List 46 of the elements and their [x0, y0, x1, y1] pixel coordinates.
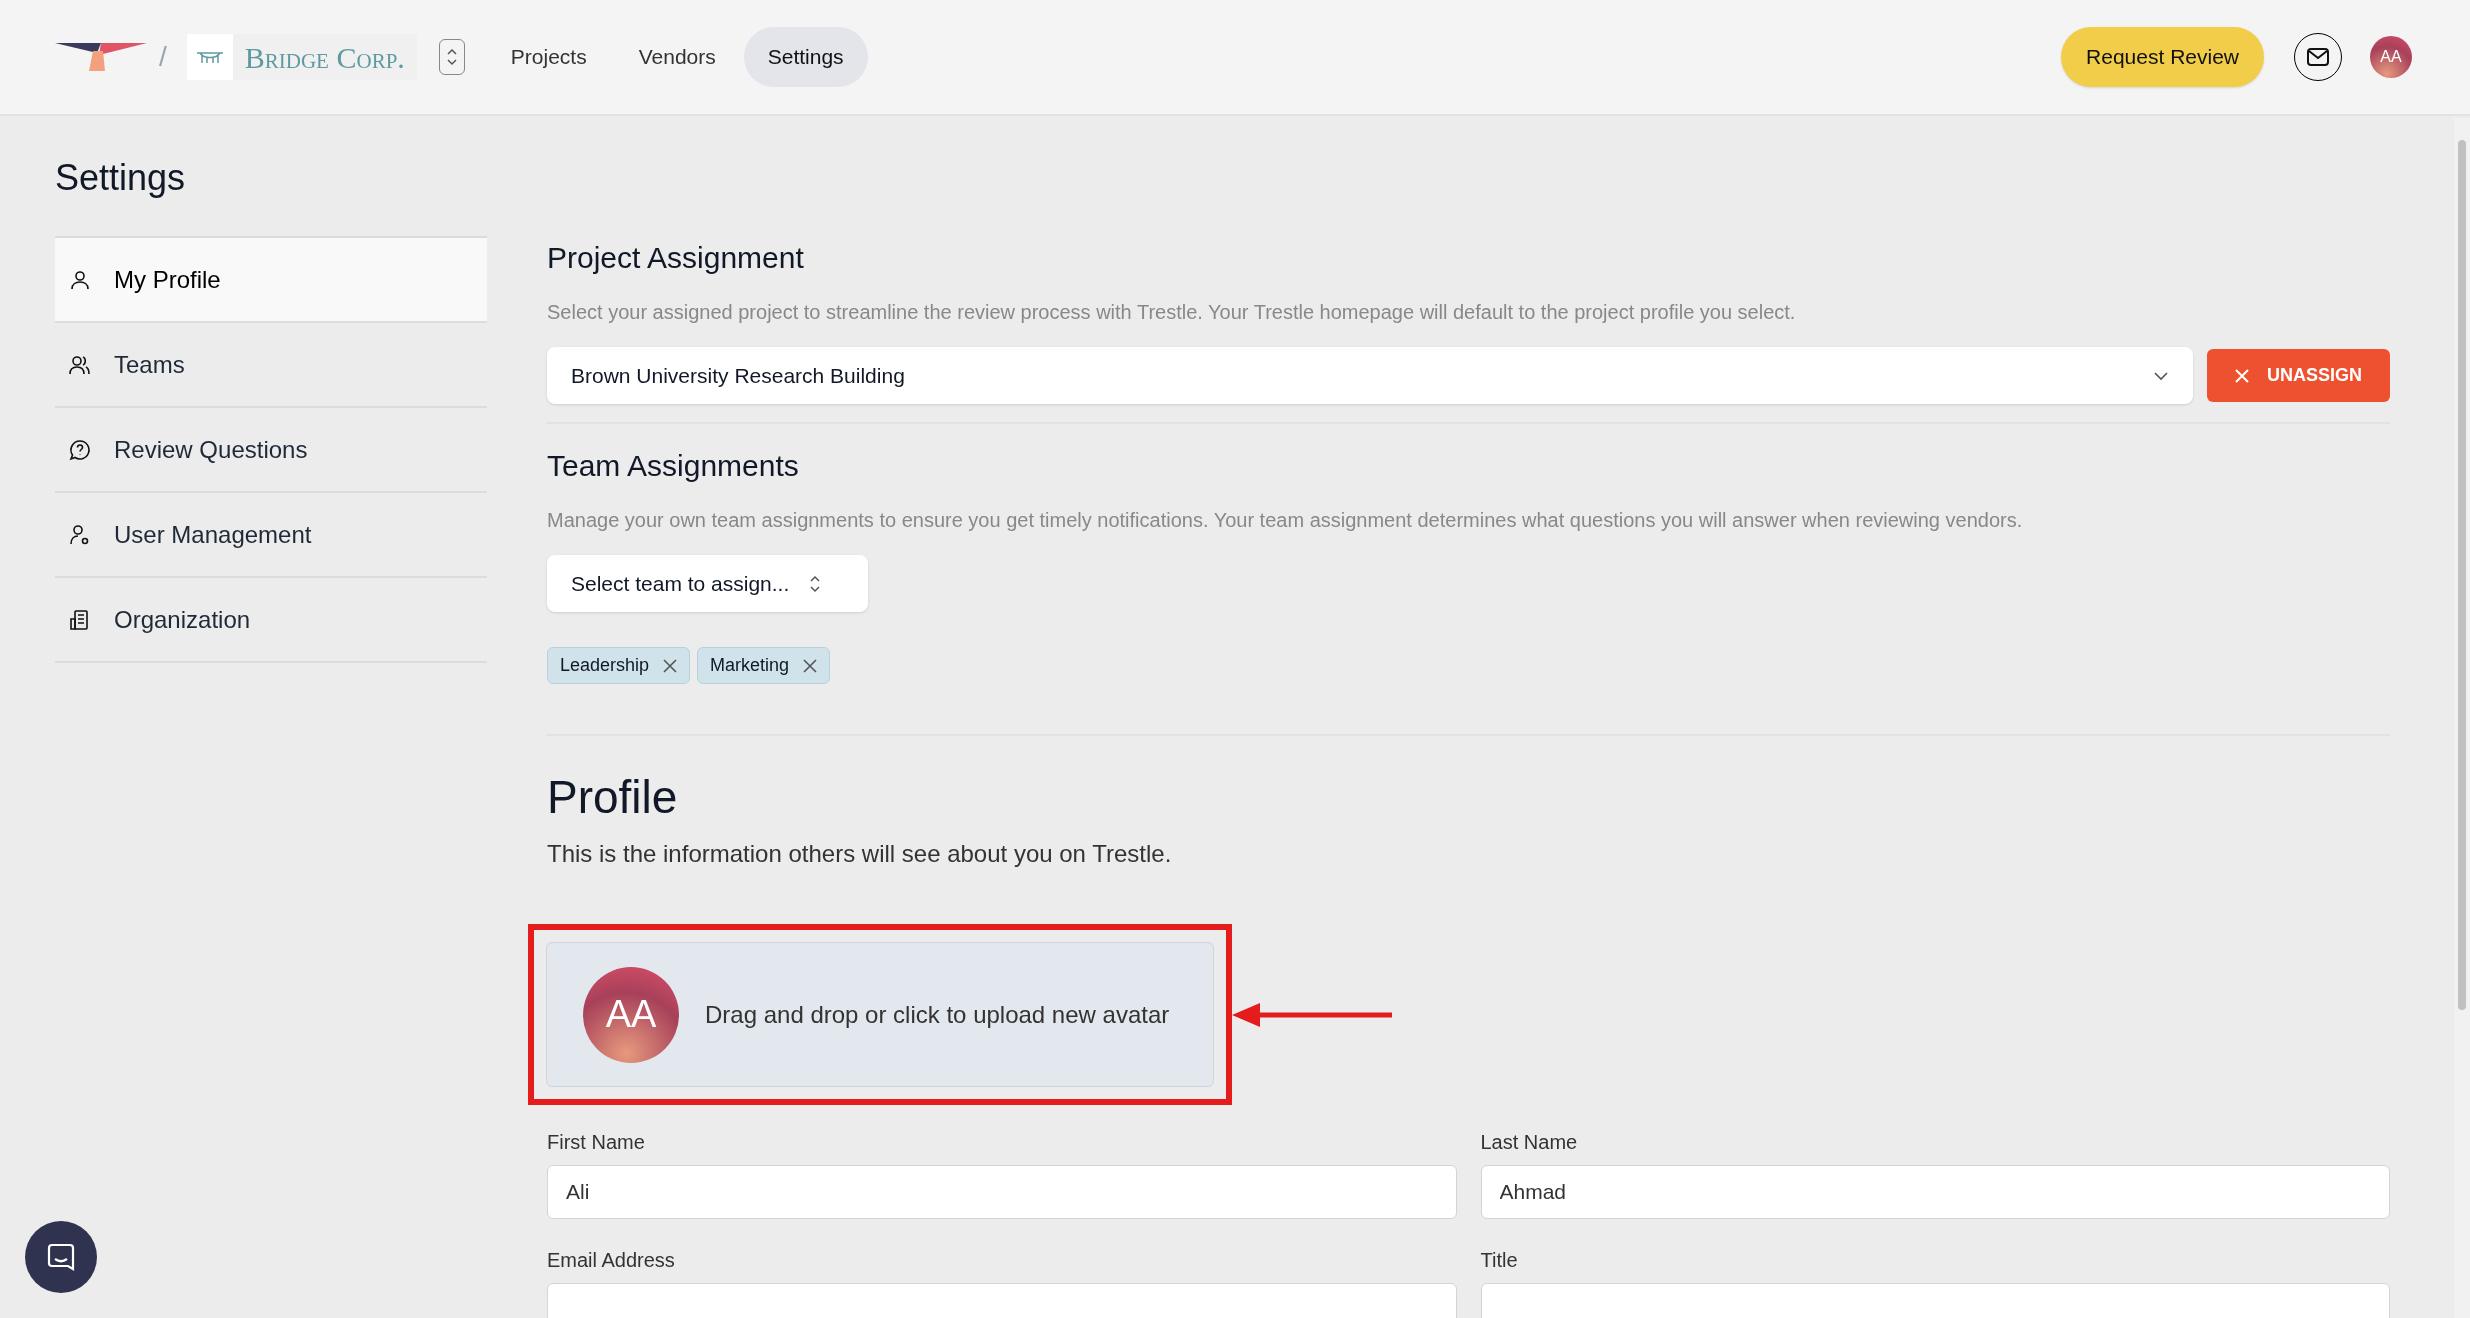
avatar-upload-area[interactable]: AA Drag and drop or click to upload new avatar — [546, 942, 1214, 1087]
sidebar-item[interactable]: Organization — [55, 578, 487, 663]
request-review-button[interactable]: Request Review — [2061, 27, 2264, 87]
team-tag: Leadership — [547, 647, 691, 684]
section-description: This is the information others will see about you on Trestle. — [547, 839, 1173, 869]
profile-avatar: AA — [583, 966, 679, 1063]
field-label: Email Address — [547, 1248, 676, 1273]
remove-icon[interactable] — [663, 658, 678, 673]
section-description: Manage your own team assignments to ensure you get timely notifications. Your team assignment determines what questions you will answer when reviewing vendors. — [547, 508, 2024, 533]
section-title: Team Assignments — [547, 448, 800, 484]
breadcrumb-separator: / — [159, 40, 167, 74]
sidebar-item[interactable]: Review Questions — [55, 408, 487, 493]
select-value: Brown University Research Building — [571, 362, 906, 389]
logo-icon[interactable] — [55, 43, 147, 71]
scrollbar-thumb[interactable] — [2458, 140, 2466, 1010]
sidebar-item[interactable]: My Profile — [55, 238, 487, 323]
section-title: Project Assignment — [547, 240, 805, 276]
question-bubble-icon — [68, 437, 92, 462]
team-tag: Marketing — [697, 647, 831, 684]
close-icon — [2235, 368, 2249, 383]
chat-icon — [46, 1242, 76, 1272]
chevron-updown-icon — [445, 47, 458, 67]
page-title: Settings — [55, 156, 187, 200]
section-title: Profile — [547, 770, 679, 825]
unassign-button[interactable]: UNASSIGN — [2207, 349, 2390, 402]
section-description: Select your assigned project to streamline the review process with Trestle. Your Trestle homepage will default to the project profile you select. — [547, 300, 1797, 325]
user-avatar[interactable]: AA — [2370, 36, 2412, 78]
sidebar-item[interactable]: Teams — [55, 323, 487, 408]
field-label: Title — [1480, 1248, 1519, 1273]
sidebar-item[interactable]: User Management — [55, 493, 487, 578]
bridge-icon — [195, 50, 224, 64]
field-label: First Name — [547, 1130, 646, 1155]
nav-tab[interactable]: Projects — [486, 27, 611, 87]
field-label: Last Name — [1480, 1130, 1579, 1155]
input-field[interactable]: Ali — [547, 1165, 1457, 1219]
team-select[interactable]: Select team to assign... — [547, 555, 868, 612]
project-select[interactable]: Brown University Research Building — [547, 347, 2193, 404]
org-switcher[interactable] — [438, 39, 465, 75]
nav-tab[interactable]: Settings — [743, 27, 868, 87]
input-field[interactable]: Ahmad — [1480, 1165, 2390, 1219]
nav-tab[interactable]: Vendors — [614, 27, 740, 87]
mail-icon — [2307, 48, 2329, 66]
chevron-updown-icon — [809, 574, 822, 593]
remove-icon[interactable] — [803, 658, 818, 673]
org-name: Bridge Corp. — [244, 39, 405, 76]
chevron-down-icon — [2153, 370, 2169, 381]
